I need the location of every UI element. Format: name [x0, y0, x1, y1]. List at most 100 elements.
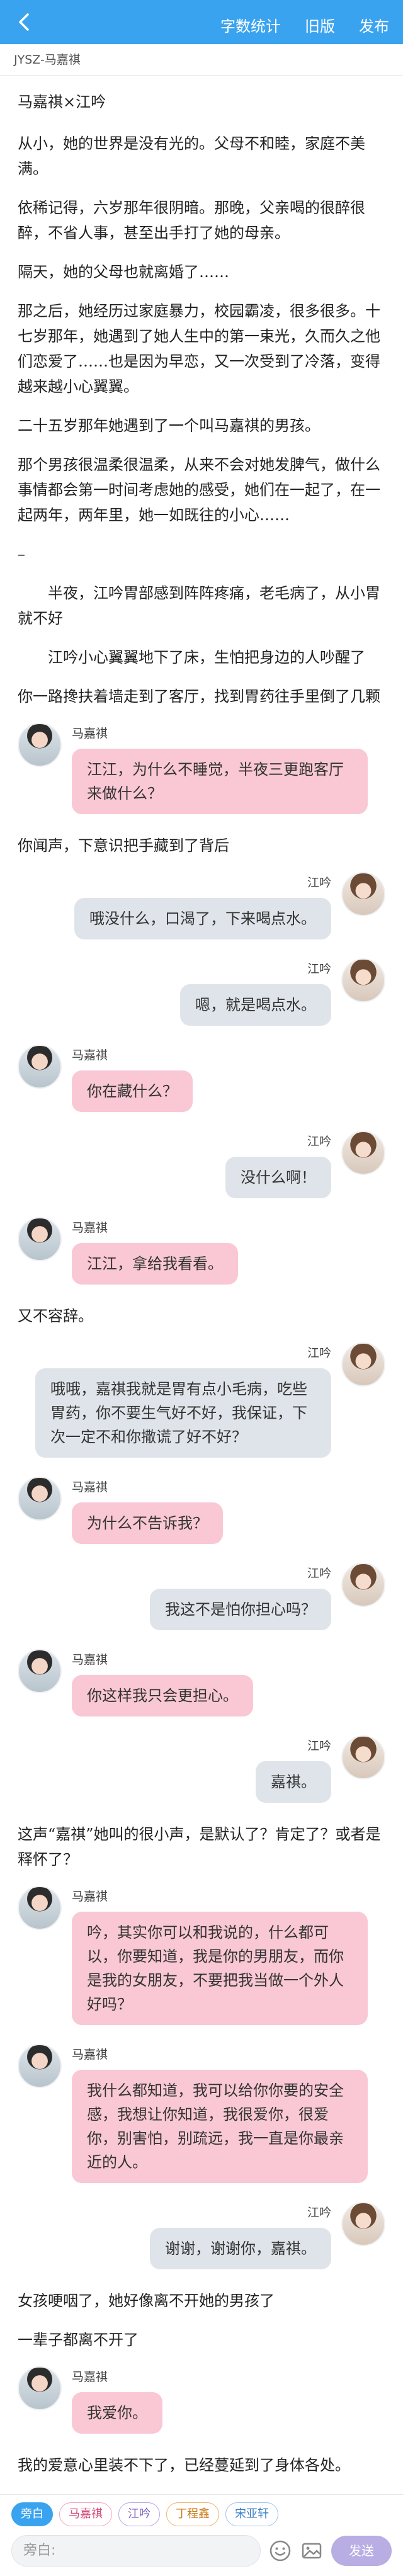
message-bubble[interactable]: 你在藏什么？: [72, 1070, 193, 1112]
message-body: 马嘉祺吟，其实你可以和我说的，什么都可以，你要知道，我是你的男朋友，而你是我的女…: [72, 1886, 368, 2025]
role-chip[interactable]: 马嘉祺: [59, 2502, 112, 2526]
narration-paragraph: 江吟小心翼翼地下了床，生怕把身边的人吵醒了: [48, 649, 365, 666]
avatar[interactable]: [341, 958, 385, 1002]
composer-bar: 旁白 马嘉祺 江吟 丁程鑫 宋亚轩 旁白: 发送: [0, 2494, 403, 2576]
message-bubble[interactable]: 我什么都知道，我可以给你你要的安全感，我想让你知道，我很爱你，很爱你，别害怕，别…: [72, 2070, 368, 2183]
story-content: 马嘉祺×江吟 从小，她的世界是没有光的。父母不和睦，家庭不美满。 依稀记得，六岁那年…: [0, 76, 403, 2478]
avatar[interactable]: [18, 1477, 62, 1521]
sender-name: 马嘉祺: [72, 2370, 108, 2384]
role-chip[interactable]: 丁程鑫: [166, 2502, 219, 2526]
narration-paragraph: 二十五岁那年她遇到了一个叫马嘉祺的男孩。: [18, 417, 320, 434]
message-bubble[interactable]: 吟，其实你可以和我说的，什么都可以，你要知道，我是你的男朋友，而你是我的女朋友，…: [72, 1912, 368, 2025]
narration-paragraph: 那个男孩很温柔很温柔，从来不会对她发脾气，做什么事情都会第一时间考虑她的感受，她…: [18, 456, 380, 524]
narration-paragraph: 我的爱意心里装不下了，已经蔓延到了身体各处。: [18, 2456, 350, 2474]
message-bubble[interactable]: 你这样我只会更担心。: [72, 1675, 253, 1716]
avatar[interactable]: [18, 1217, 62, 1261]
narration-paragraph: 女孩哽咽了，她好像离不开她的男孩了: [18, 2292, 275, 2310]
old-version-button[interactable]: 旧版: [305, 14, 335, 36]
sender-name: 马嘉祺: [72, 1890, 108, 1904]
avatar[interactable]: [341, 1131, 385, 1175]
avatar[interactable]: [341, 872, 385, 916]
message-body: 江吟嗯，就是喝点水。: [180, 958, 331, 1026]
chat-message: 马嘉祺为什么不告诉我？: [18, 1477, 385, 1544]
word-count-button[interactable]: 字数统计: [220, 14, 281, 36]
message-bubble[interactable]: 我这不是怕你担心吗？: [150, 1589, 331, 1630]
role-chip[interactable]: 宋亚轩: [225, 2502, 278, 2526]
avatar[interactable]: [341, 2202, 385, 2246]
sender-name: 马嘉祺: [72, 1653, 108, 1667]
chat-message: 马嘉祺 我什么都知道，我可以给你你要的安全感，我想让你知道，我很爱你，很爱你，别害…: [18, 2044, 385, 2183]
sender-name: 江吟: [307, 2206, 331, 2220]
message-bubble[interactable]: 为什么不告诉我？: [72, 1502, 223, 1544]
chat-message: 马嘉祺江江，为什么不睡觉，半夜三更跑客厅来做什么？: [18, 723, 385, 814]
publish-button[interactable]: 发布: [359, 14, 389, 36]
role-chip[interactable]: 江吟: [118, 2502, 160, 2526]
back-arrow-icon[interactable]: [14, 11, 37, 33]
sender-name: 江吟: [307, 1346, 331, 1360]
sender-name: 江吟: [307, 1135, 331, 1149]
role-chip-row: 旁白 马嘉祺 江吟 丁程鑫 宋亚轩: [0, 2495, 403, 2526]
avatar[interactable]: [18, 2044, 62, 2088]
message-bubble[interactable]: 哦没什么，口渴了，下来喝点水。: [74, 898, 331, 939]
message-body: 马嘉祺 我爱你。: [72, 2366, 162, 2434]
narration-paragraph: 马嘉祺×江吟: [18, 93, 106, 111]
message-bubble[interactable]: 江江，拿给我看看。: [72, 1243, 238, 1285]
message-body: 江吟谢谢，谢谢你，嘉祺。: [150, 2202, 331, 2269]
image-icon[interactable]: [300, 2539, 324, 2563]
sender-name: 江吟: [307, 1567, 331, 1580]
narration-paragraph: 又不容辞。: [18, 1307, 93, 1325]
chat-message: 江吟嗯，就是喝点水。: [18, 958, 385, 1026]
narration-paragraph: 你闻声，下意识把手藏到了背后: [18, 837, 229, 854]
message-body: 江吟没什么啊！: [225, 1131, 331, 1198]
message-body: 马嘉祺为什么不告诉我？: [72, 1477, 223, 1544]
narration-paragraph: –: [18, 545, 25, 563]
avatar[interactable]: [341, 1563, 385, 1607]
sender-name: 马嘉祺: [72, 1480, 108, 1494]
narration-paragraph: 你一路搀扶着墙走到了客厅，找到胃药往手里倒了几颗: [18, 688, 380, 705]
send-button[interactable]: 发送: [331, 2536, 392, 2566]
message-body: 江吟我这不是怕你担心吗？: [150, 1563, 331, 1630]
avatar[interactable]: [341, 1342, 385, 1387]
input-row: 旁白: 发送: [0, 2526, 403, 2567]
chat-message: 马嘉祺江江，拿给我看看。: [18, 1217, 385, 1285]
chat-message: 马嘉祺 我爱你。: [18, 2366, 385, 2434]
narration-paragraph: 半夜，江吟胃部感到阵阵疼痛，老毛病了，从小胃就不好: [18, 584, 380, 627]
chat-message: 江吟没什么啊！: [18, 1131, 385, 1198]
message-bubble[interactable]: 江江，为什么不睡觉，半夜三更跑客厅来做什么？: [72, 749, 368, 814]
message-bubble[interactable]: 嗯，就是喝点水。: [180, 984, 331, 1026]
sender-name: 马嘉祺: [72, 1221, 108, 1235]
message-body: 马嘉祺江江，拿给我看看。: [72, 1217, 238, 1285]
message-bubble[interactable]: 哦哦，嘉祺我就是胃有点小毛病，吃些胃药，你不要生气好不好，我保证，下次一定不和你…: [35, 1368, 331, 1458]
narration-paragraph: 这声“嘉祺”她叫的很小声，是默认了？肯定了？或者是释怀了？: [18, 1825, 381, 1868]
narration-paragraph: 依稀记得，六岁那年很阴暗。那晚，父亲喝的很醉很醉，不省人事，甚至出手打了她的母亲…: [18, 199, 365, 242]
sender-name: 江吟: [307, 962, 331, 976]
role-chip[interactable]: 旁白: [11, 2502, 53, 2526]
topbar-actions: 字数统计 旧版 发布: [220, 14, 389, 36]
avatar[interactable]: [341, 1735, 385, 1779]
emoji-icon[interactable]: [268, 2539, 292, 2563]
chat-message: 江吟谢谢，谢谢你，嘉祺。: [18, 2202, 385, 2269]
message-body: 江吟哦哦，嘉祺我就是胃有点小毛病，吃些胃药，你不要生气好不好，我保证，下次一定不…: [35, 1342, 331, 1458]
message-input[interactable]: 旁白:: [11, 2535, 261, 2567]
avatar[interactable]: [18, 723, 62, 767]
top-app-bar: 字数统计 旧版 发布: [0, 0, 403, 44]
sender-name: 马嘉祺: [72, 727, 108, 740]
avatar[interactable]: [18, 1886, 62, 1930]
message-body: 马嘉祺 我什么都知道，我可以给你你要的安全感，我想让你知道，我很爱你，很爱你，别害…: [72, 2044, 368, 2183]
message-body: 马嘉祺 你在藏什么？: [72, 1045, 193, 1112]
narration-paragraph: 那之后，她经历过家庭暴力，校园霸凌，很多很多。十七岁那年，她遇到了她人生中的第一…: [18, 302, 380, 395]
message-bubble[interactable]: 嘉祺。: [256, 1761, 331, 1803]
message-bubble[interactable]: 没什么啊！: [225, 1157, 331, 1198]
message-bubble[interactable]: 我爱你。: [72, 2392, 162, 2434]
chat-message: 江吟我这不是怕你担心吗？: [18, 1563, 385, 1630]
story-tag: JYSZ-马嘉祺: [0, 44, 403, 76]
message-bubble[interactable]: 谢谢，谢谢你，嘉祺。: [150, 2228, 331, 2269]
chat-message: 马嘉祺吟，其实你可以和我说的，什么都可以，你要知道，我是你的男朋友，而你是我的女…: [18, 1886, 385, 2025]
sender-name: 江吟: [307, 1739, 331, 1753]
chat-message: 马嘉祺 你在藏什么？: [18, 1045, 385, 1112]
chat-message: 马嘉祺你这样我只会更担心。: [18, 1649, 385, 1716]
message-body: 江吟嘉祺。: [256, 1735, 331, 1803]
avatar[interactable]: [18, 1045, 62, 1089]
avatar[interactable]: [18, 1649, 62, 1693]
avatar[interactable]: [18, 2366, 62, 2410]
